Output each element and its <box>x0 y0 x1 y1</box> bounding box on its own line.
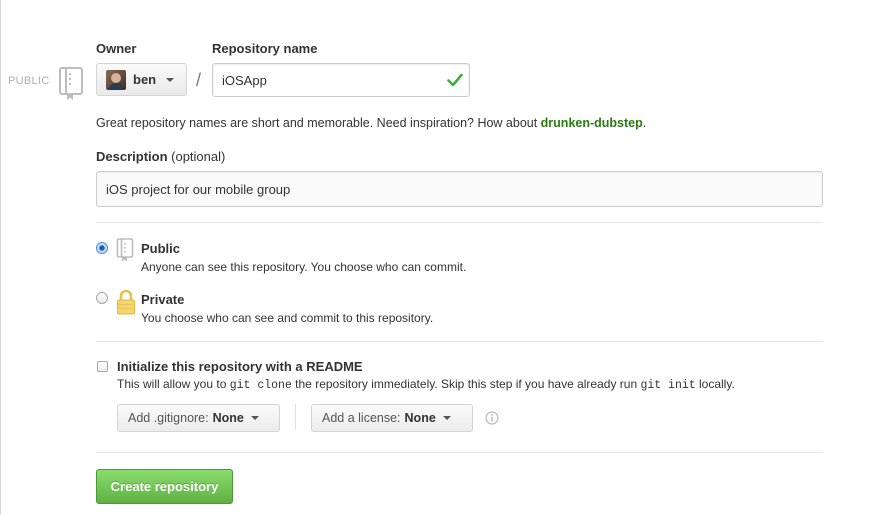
owner-name: ben <box>133 72 157 87</box>
readme-title[interactable]: Initialize this repository with a README <box>117 359 363 374</box>
repo-book-icon <box>58 67 84 104</box>
license-select-button[interactable]: Add a license: None <box>311 404 473 432</box>
owner-select-button[interactable]: ben <box>96 63 187 96</box>
info-icon[interactable] <box>485 411 499 428</box>
license-select-label: Add a license: <box>322 411 401 425</box>
hint-suffix: . <box>642 116 647 130</box>
readme-desc-text-2: the repository immediately. Skip this st… <box>291 377 641 391</box>
name-suggestion-link[interactable]: drunken-dubstep <box>541 116 643 130</box>
repository-name-hint: Great repository names are short and mem… <box>96 116 646 130</box>
gitignore-select-button[interactable]: Add .gitignore: None <box>117 404 280 432</box>
divider <box>96 222 823 223</box>
owner-label: Owner <box>96 41 137 56</box>
checkmark-icon <box>447 73 463 90</box>
owner-repo-separator: / <box>196 70 202 90</box>
description-input[interactable] <box>96 171 823 207</box>
git-init-code: git init <box>640 379 696 392</box>
public-radio[interactable] <box>96 242 108 254</box>
license-select-value: None <box>404 411 436 425</box>
divider <box>96 452 823 453</box>
chevron-down-icon <box>166 77 175 82</box>
repository-name-input[interactable] <box>212 63 470 97</box>
public-option-description: Anyone can see this repository. You choo… <box>141 260 467 274</box>
chevron-down-icon <box>250 416 259 420</box>
private-option-description: You choose who can see and commit to thi… <box>141 311 434 325</box>
repository-name-label: Repository name <box>212 41 318 56</box>
public-option-title[interactable]: Public <box>141 241 180 256</box>
gitignore-select-value: None <box>212 411 244 425</box>
git-clone-code: git clone <box>229 379 292 392</box>
create-repository-button[interactable]: Create repository <box>96 469 233 504</box>
readme-description: This will allow you to git clone the rep… <box>117 377 735 392</box>
description-label-text: Description <box>96 149 168 164</box>
public-book-icon <box>116 238 134 265</box>
avatar <box>106 69 126 90</box>
select-separator <box>295 404 296 430</box>
readme-desc-text-3: locally. <box>695 377 735 391</box>
readme-checkbox[interactable] <box>97 361 108 372</box>
description-optional-text: (optional) <box>171 149 226 164</box>
public-tag: PUBLIC <box>8 75 50 87</box>
hint-text: Great repository names are short and mem… <box>96 116 541 130</box>
private-radio[interactable] <box>96 292 108 304</box>
chevron-down-icon <box>442 416 451 420</box>
window-left-border <box>0 0 1 515</box>
private-option-title[interactable]: Private <box>141 292 184 307</box>
lock-icon <box>116 288 136 319</box>
gitignore-select-label: Add .gitignore: <box>128 411 209 425</box>
readme-desc-text-1: This will allow you to <box>117 377 230 391</box>
divider <box>96 341 823 342</box>
description-label: Description (optional) <box>96 149 225 164</box>
